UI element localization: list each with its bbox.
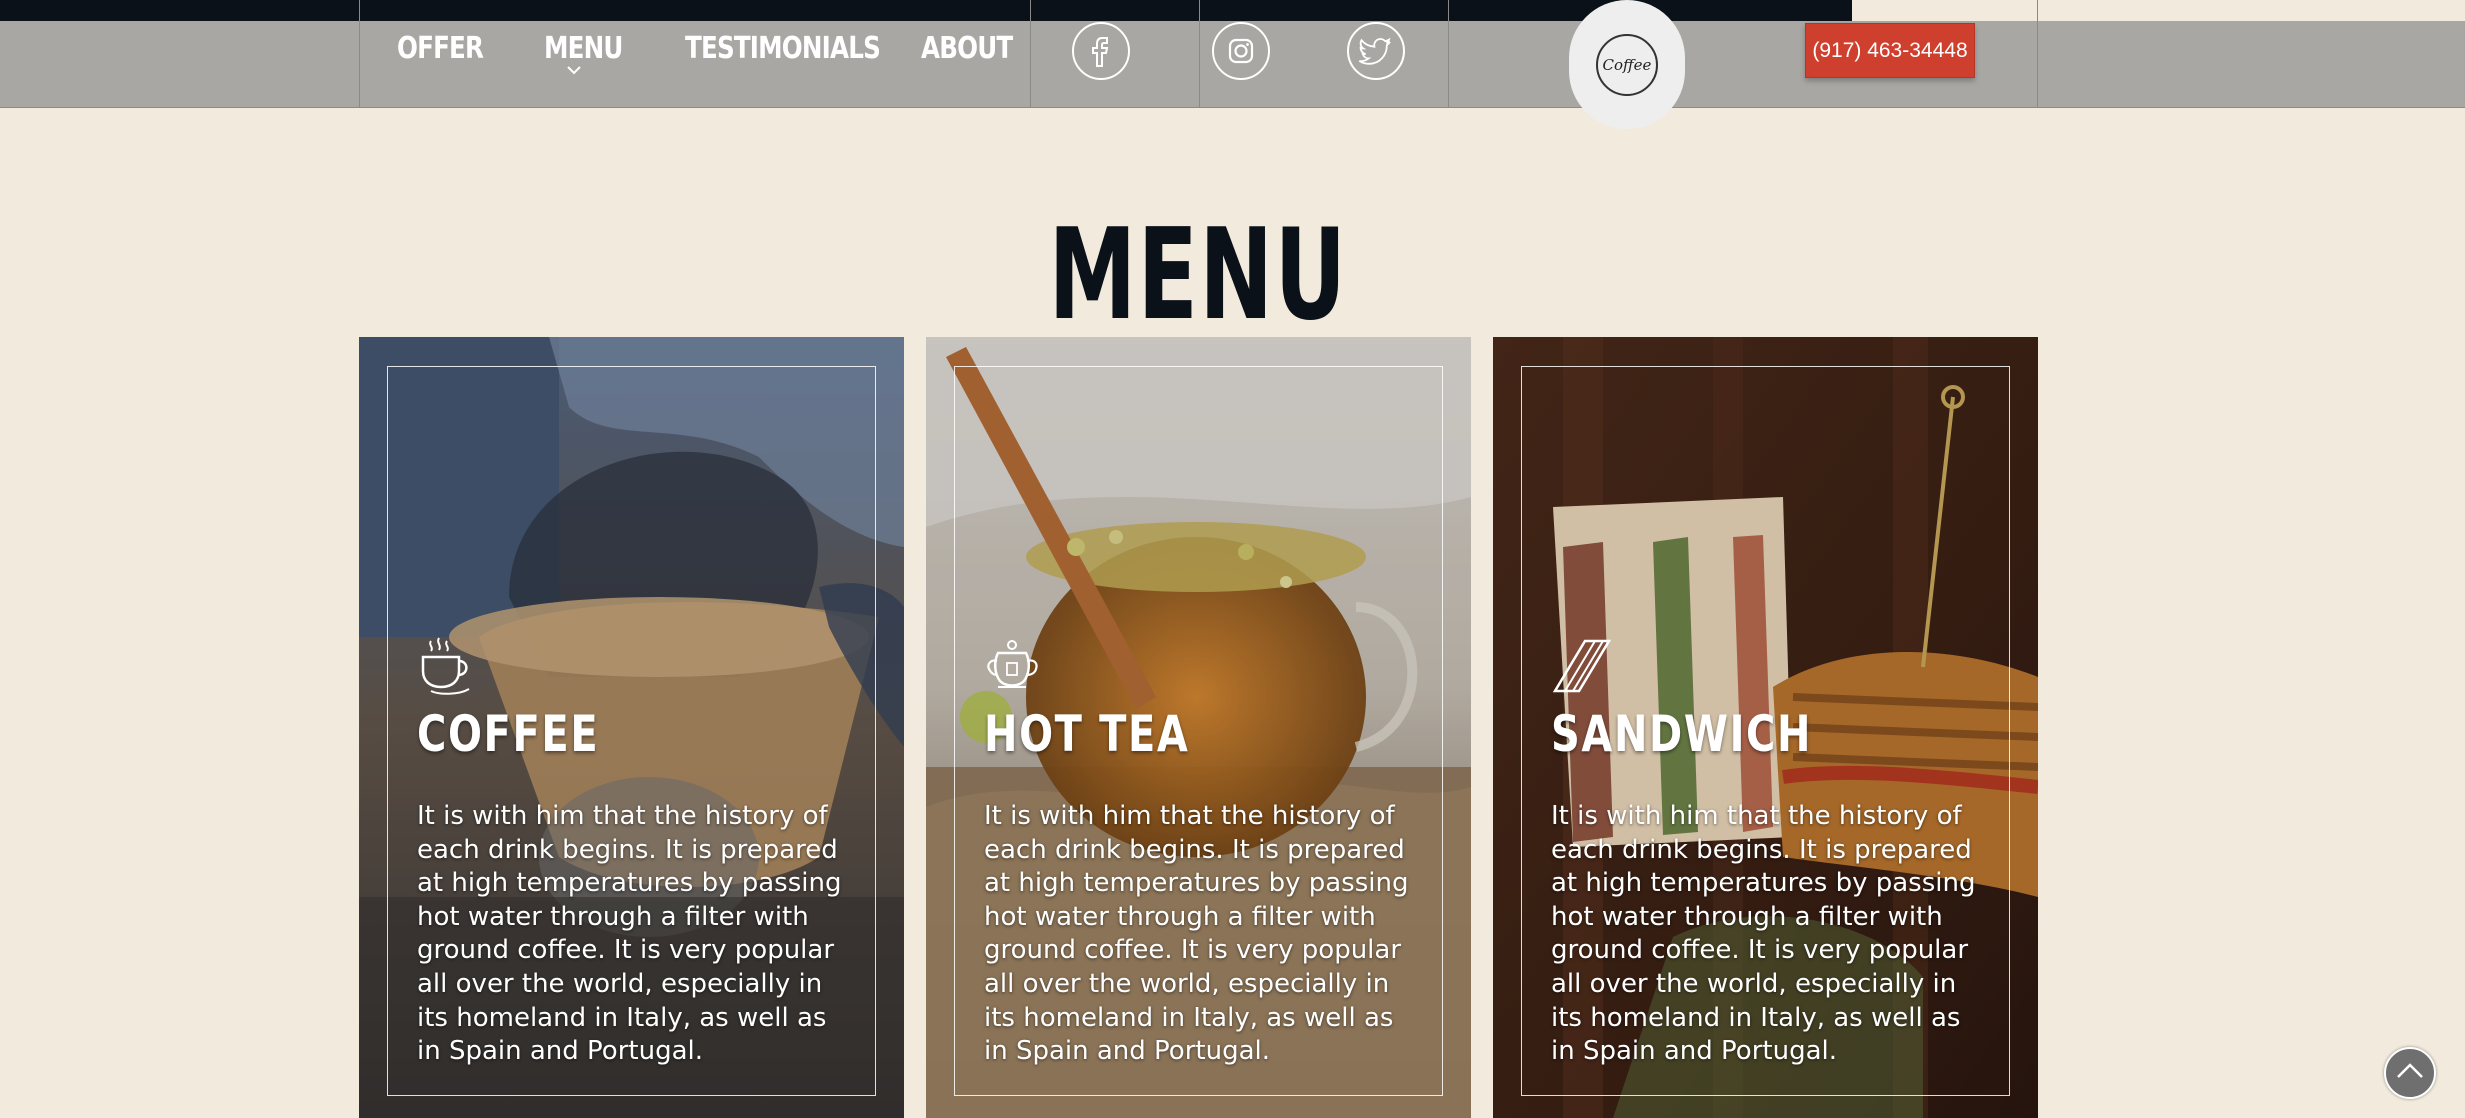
nav-link-testimonials[interactable]: TESTIMONIALS — [685, 31, 881, 66]
nav-inner: OFFER MENU TESTIMONIALS ABOUT Coffee (91… — [359, 0, 2039, 129]
sandwich-icon — [1551, 635, 1612, 695]
nav-link-menu[interactable]: MENU — [544, 31, 623, 66]
card-title: COFFEE — [417, 705, 600, 763]
nav-link-about[interactable]: ABOUT — [921, 31, 1013, 66]
nav-link-offer[interactable]: OFFER — [397, 31, 484, 66]
nav-divider — [359, 0, 360, 107]
instagram-icon[interactable] — [1212, 22, 1270, 80]
chevron-up-icon — [2395, 1061, 2425, 1086]
main-nav: OFFER MENU TESTIMONIALS ABOUT Coffee (91… — [0, 0, 2465, 129]
nav-divider — [1030, 0, 1031, 107]
card-title: SANDWICH — [1551, 705, 1813, 763]
logo-emblem: Coffee — [1596, 33, 1658, 96]
card-description: It is with him that the history of each … — [1551, 801, 1976, 1067]
coffee-cup-icon — [417, 635, 473, 695]
card-description: It is with him that the history of each … — [417, 801, 842, 1067]
card-description: It is with him that the history of each … — [984, 801, 1409, 1067]
logo-text: Coffee — [1602, 55, 1652, 74]
page-title: MENU — [1048, 201, 1348, 349]
facebook-icon[interactable] — [1072, 22, 1130, 80]
brand-logo[interactable]: Coffee — [1569, 0, 1685, 129]
card-title: HOT TEA — [984, 705, 1190, 763]
phone-button[interactable]: (917) 463-34448 — [1805, 23, 1975, 78]
menu-card-hot-tea[interactable]: HOT TEA It is with him that the history … — [926, 337, 1471, 1118]
nav-divider — [1199, 0, 1200, 107]
menu-card-coffee[interactable]: COFFEE It is with him that the history o… — [359, 337, 904, 1118]
top-strip — [0, 0, 1852, 21]
scroll-to-top-button[interactable] — [2384, 1047, 2436, 1099]
menu-card-sandwich[interactable]: SANDWICH It is with him that the history… — [1493, 337, 2038, 1118]
twitter-icon[interactable] — [1347, 22, 1405, 80]
nav-divider — [1448, 0, 1449, 107]
chevron-down-icon — [566, 62, 582, 78]
teapot-icon — [984, 635, 1040, 695]
nav-divider — [2037, 0, 2038, 107]
